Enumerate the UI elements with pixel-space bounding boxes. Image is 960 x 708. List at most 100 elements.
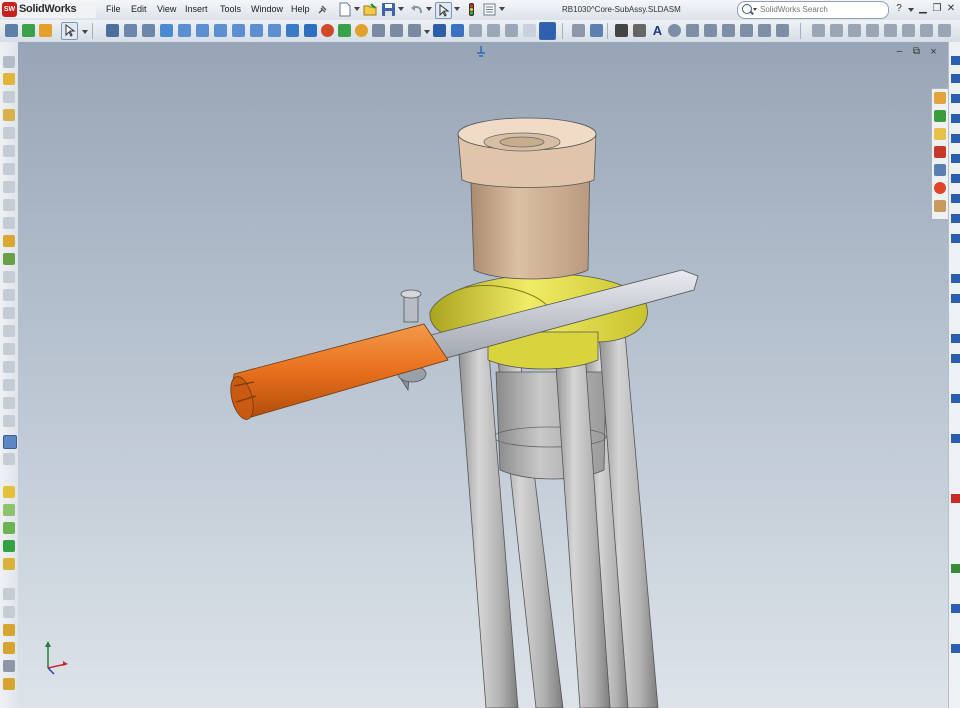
grid-icon[interactable] bbox=[5, 24, 18, 37]
search-results-icon[interactable] bbox=[934, 146, 946, 158]
point-icon[interactable] bbox=[3, 540, 15, 552]
right-tool-16-icon[interactable] bbox=[951, 434, 960, 443]
custom-properties-icon[interactable] bbox=[934, 200, 946, 212]
viewport-minimize-button[interactable]: – bbox=[894, 47, 905, 58]
menu-window[interactable]: Window bbox=[251, 4, 283, 14]
fillet-icon[interactable] bbox=[920, 24, 933, 37]
rebuild-icon[interactable] bbox=[464, 2, 479, 17]
search-box[interactable] bbox=[737, 1, 889, 19]
menu-tools[interactable]: Tools bbox=[220, 4, 241, 14]
zoom-area-icon[interactable] bbox=[142, 24, 155, 37]
file-properties-icon[interactable] bbox=[482, 2, 497, 17]
restore-button[interactable]: ❐ bbox=[931, 3, 943, 15]
right-tool-20-icon[interactable] bbox=[951, 644, 960, 653]
right-tool-3-icon[interactable] bbox=[951, 94, 960, 103]
smart-dimension-icon[interactable] bbox=[590, 24, 603, 37]
right-tool-10-icon[interactable] bbox=[951, 234, 960, 243]
minimize-button[interactable]: ▁ bbox=[917, 3, 929, 15]
menu-insert[interactable]: Insert bbox=[185, 4, 208, 14]
show-hidden-icon[interactable] bbox=[3, 325, 15, 337]
left-view-icon[interactable] bbox=[214, 24, 227, 37]
explode-view-icon[interactable] bbox=[3, 217, 15, 229]
hide-component-icon[interactable] bbox=[3, 145, 15, 157]
close-button[interactable]: ✕ bbox=[945, 3, 957, 15]
polygon-icon[interactable] bbox=[884, 24, 897, 37]
folder-icon[interactable] bbox=[3, 624, 15, 636]
file-explorer-icon[interactable] bbox=[934, 128, 946, 140]
select-arrow-dropdown-icon[interactable] bbox=[82, 30, 88, 34]
circle-icon[interactable] bbox=[848, 24, 861, 37]
axis-icon[interactable] bbox=[3, 504, 15, 516]
shaded-mode-icon[interactable] bbox=[451, 24, 464, 37]
right-tool-7-icon[interactable] bbox=[951, 174, 960, 183]
edit-component-icon[interactable] bbox=[3, 307, 15, 319]
library-icon[interactable] bbox=[3, 642, 15, 654]
view-palette-icon[interactable] bbox=[934, 164, 946, 176]
hide-show-icon[interactable] bbox=[408, 24, 421, 37]
select-dropdown-icon[interactable] bbox=[454, 7, 460, 11]
realview-icon[interactable] bbox=[355, 24, 368, 37]
interference-icon[interactable] bbox=[776, 24, 789, 37]
appearance-icon[interactable] bbox=[338, 24, 351, 37]
record-icon[interactable] bbox=[633, 24, 646, 37]
draft-quality-icon[interactable] bbox=[523, 24, 536, 37]
right-tool-2-icon[interactable] bbox=[951, 74, 960, 83]
save-dropdown-icon[interactable] bbox=[398, 7, 404, 11]
select-arrow-icon[interactable] bbox=[61, 22, 78, 40]
right-tool-5-icon[interactable] bbox=[951, 134, 960, 143]
tree-icon[interactable] bbox=[22, 24, 35, 37]
right-tool-4-icon[interactable] bbox=[951, 114, 960, 123]
trim-icon[interactable] bbox=[938, 24, 951, 37]
section-view-icon[interactable] bbox=[372, 24, 385, 37]
collision-detection-icon[interactable] bbox=[3, 379, 15, 391]
save-icon[interactable] bbox=[381, 2, 396, 17]
pin-icon[interactable] bbox=[474, 44, 488, 58]
top-view-icon[interactable] bbox=[250, 24, 263, 37]
measure-active-icon[interactable] bbox=[3, 435, 17, 449]
smart-mates-icon[interactable] bbox=[3, 73, 15, 85]
line-icon[interactable] bbox=[812, 24, 825, 37]
assembly-features-icon[interactable] bbox=[3, 163, 15, 175]
curve-icon[interactable] bbox=[3, 415, 15, 427]
menu-view[interactable]: View bbox=[157, 4, 176, 14]
change-transparency-icon[interactable] bbox=[3, 343, 15, 355]
normal-to-icon[interactable] bbox=[304, 24, 317, 37]
text-annotation-icon[interactable]: A bbox=[651, 24, 664, 37]
move-component-icon[interactable] bbox=[3, 91, 15, 103]
design-table-icon[interactable] bbox=[3, 588, 15, 600]
right-tool-13-icon[interactable] bbox=[951, 334, 960, 343]
search-dropdown-icon[interactable] bbox=[753, 8, 757, 11]
menu-help[interactable]: Help bbox=[291, 4, 310, 14]
new-document-icon[interactable] bbox=[337, 2, 352, 17]
shaded-active-icon[interactable] bbox=[539, 22, 556, 40]
coordinate-system-icon[interactable] bbox=[3, 522, 15, 534]
rotate-component-icon[interactable] bbox=[3, 127, 15, 139]
magnify-icon[interactable] bbox=[668, 24, 681, 37]
check-icon[interactable] bbox=[758, 24, 771, 37]
configuration-icon[interactable] bbox=[3, 606, 15, 618]
shaded-with-edges-icon[interactable] bbox=[433, 24, 446, 37]
camera-icon[interactable] bbox=[615, 24, 628, 37]
right-tool-15-icon[interactable] bbox=[951, 394, 960, 403]
previous-view-icon[interactable] bbox=[106, 24, 119, 37]
viewport-close-button[interactable]: × bbox=[928, 47, 939, 58]
hidden-lines-visible-icon[interactable] bbox=[487, 24, 500, 37]
new-assembly-icon[interactable] bbox=[3, 253, 15, 265]
viewport-restore-button[interactable]: ⧉ bbox=[911, 47, 922, 58]
front-view-icon[interactable] bbox=[178, 24, 191, 37]
bottom-view-icon[interactable] bbox=[268, 24, 281, 37]
linear-pattern-icon[interactable] bbox=[3, 199, 15, 211]
help-dropdown-icon[interactable] bbox=[908, 8, 914, 12]
zoom-fit-icon[interactable] bbox=[124, 24, 137, 37]
right-tool-6-icon[interactable] bbox=[951, 154, 960, 163]
isometric-view-icon[interactable] bbox=[286, 24, 299, 37]
appearances-icon[interactable] bbox=[934, 182, 946, 194]
insert-component-icon[interactable] bbox=[3, 109, 15, 121]
spline-icon[interactable] bbox=[902, 24, 915, 37]
new-part-icon[interactable] bbox=[3, 235, 15, 247]
plane-icon[interactable] bbox=[3, 486, 15, 498]
palette-icon[interactable] bbox=[39, 24, 52, 37]
wireframe-icon[interactable] bbox=[505, 24, 518, 37]
right-tool-18-icon[interactable] bbox=[951, 564, 960, 573]
new-dropdown-icon[interactable] bbox=[354, 7, 360, 11]
